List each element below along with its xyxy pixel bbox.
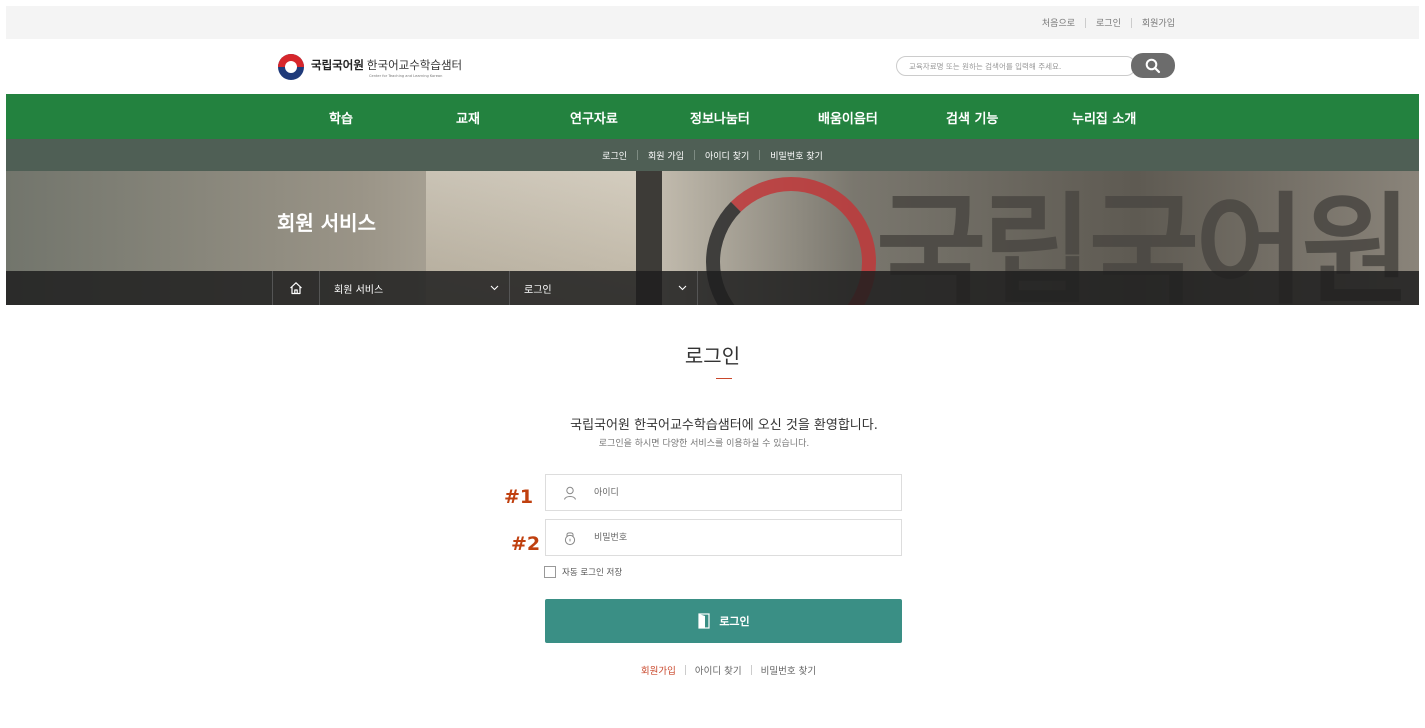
lock-icon xyxy=(564,532,576,546)
divider xyxy=(684,665,686,675)
user-id-field[interactable] xyxy=(545,474,902,511)
account-links: 회원가입 아이디 찾기 비밀번호 찾기 xyxy=(0,663,1425,677)
sub-nav-signup[interactable]: 회원 가입 xyxy=(648,149,684,162)
search-button[interactable] xyxy=(1131,53,1175,78)
logo-subtitle: Center for Teaching and Learning Korean xyxy=(369,73,443,78)
search-input[interactable] xyxy=(896,56,1136,76)
door-icon xyxy=(698,613,710,629)
divider xyxy=(694,150,695,160)
divider xyxy=(750,665,752,675)
user-id-input[interactable] xyxy=(594,475,894,510)
remember-login-label: 자동 로그인 저장 xyxy=(562,568,623,578)
member-sub-nav: 로그인 회원 가입 아이디 찾기 비밀번호 찾기 xyxy=(6,139,1419,171)
main-nav: 학습 교재 연구자료 정보나눔터 배움이음터 검색 기능 누리집 소개 xyxy=(6,94,1419,139)
nav-item-learning-link[interactable]: 배움이음터 xyxy=(818,108,878,127)
chevron-down-icon xyxy=(490,285,499,291)
breadcrumb-dropdown-level1[interactable]: 회원 서비스 xyxy=(320,271,510,305)
nav-item-textbook[interactable]: 교재 xyxy=(456,108,480,127)
search-icon xyxy=(1145,58,1161,73)
chevron-down-icon xyxy=(678,285,687,291)
nav-item-search-function[interactable]: 검색 기능 xyxy=(946,108,998,127)
page-title: 로그인 xyxy=(684,344,741,368)
breadcrumb-level1-label: 회원 서비스 xyxy=(334,284,384,296)
password-input[interactable] xyxy=(594,520,894,555)
top-link-login[interactable]: 로그인 xyxy=(1096,16,1121,29)
top-link-signup[interactable]: 회원가입 xyxy=(1142,16,1175,29)
divider xyxy=(759,150,761,160)
logo-text: 국립국어원 한국어교수학습샘터 Center for Teaching and … xyxy=(311,57,462,78)
header: 국립국어원 한국어교수학습샘터 Center for Teaching and … xyxy=(6,39,1419,94)
breadcrumb: 회원 서비스 로그인 xyxy=(6,271,1419,305)
hero-title: 회원 서비스 xyxy=(277,211,376,235)
field-marker-1: #1 xyxy=(504,486,534,508)
breadcrumb-level2-label: 로그인 xyxy=(524,284,552,296)
remember-login[interactable]: 자동 로그인 저장 xyxy=(544,566,622,578)
login-button-label: 로그인 xyxy=(719,615,750,628)
signup-link[interactable]: 회원가입 xyxy=(641,663,676,677)
search-bar xyxy=(896,53,1176,78)
remember-login-checkbox[interactable] xyxy=(544,566,556,578)
site-logo[interactable]: 국립국어원 한국어교수학습샘터 Center for Teaching and … xyxy=(278,54,462,80)
logo-center-name: 한국어교수학습샘터 xyxy=(366,57,463,72)
divider xyxy=(637,150,639,160)
sub-nav-find-id[interactable]: 아이디 찾기 xyxy=(705,149,749,162)
home-icon xyxy=(290,282,302,295)
field-marker-2: #2 xyxy=(511,533,541,555)
breadcrumb-home[interactable] xyxy=(272,271,320,305)
title-underline xyxy=(716,378,732,379)
welcome-subtext: 로그인을 하시면 다양한 서비스를 이용하실 수 있습니다. xyxy=(598,439,810,449)
find-password-link[interactable]: 비밀번호 찾기 xyxy=(761,663,816,677)
welcome-message: 국립국어원 한국어교수학습샘터에 오신 것을 환영합니다. xyxy=(570,418,878,433)
top-link-home[interactable]: 처음으로 xyxy=(1042,16,1075,29)
nav-item-info-share[interactable]: 정보나눔터 xyxy=(690,108,750,127)
password-field[interactable] xyxy=(545,519,902,556)
divider xyxy=(1085,17,1087,28)
logo-org-name: 국립국어원 xyxy=(311,57,364,72)
breadcrumb-dropdown-level2[interactable]: 로그인 xyxy=(510,271,698,305)
top-utility-bar: 처음으로 로그인 회원가입 xyxy=(6,6,1419,39)
nav-item-research[interactable]: 연구자료 xyxy=(570,108,618,127)
user-icon xyxy=(564,486,576,500)
taegeuk-logo-icon xyxy=(278,54,304,80)
top-links: 처음으로 로그인 회원가입 xyxy=(1042,16,1175,29)
find-id-link[interactable]: 아이디 찾기 xyxy=(695,663,742,677)
nav-item-about[interactable]: 누리집 소개 xyxy=(1072,108,1136,127)
sub-nav-find-password[interactable]: 비밀번호 찾기 xyxy=(770,149,823,162)
sub-nav-login[interactable]: 로그인 xyxy=(602,149,627,162)
nav-item-study[interactable]: 학습 xyxy=(329,108,353,127)
divider xyxy=(1130,17,1132,28)
login-button[interactable]: 로그인 xyxy=(545,599,902,643)
